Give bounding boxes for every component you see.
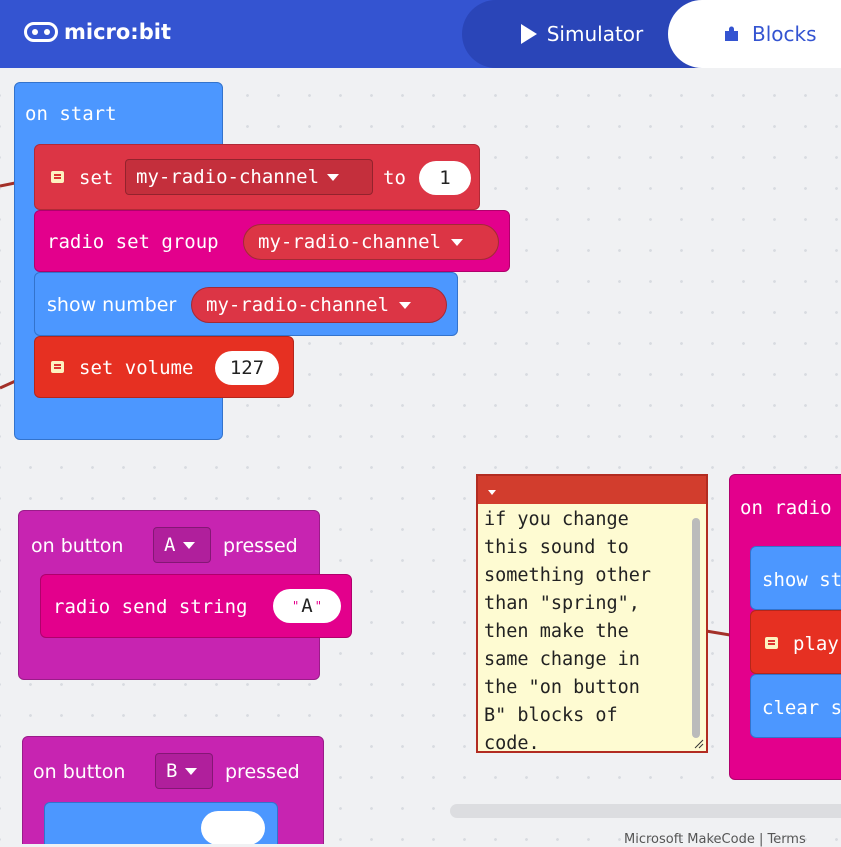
show-string-block[interactable]: show st	[750, 546, 841, 610]
on-radio-label: on radio	[740, 497, 832, 519]
show-string-label: show st	[762, 569, 841, 591]
workspace-horizontal-scrollbar[interactable]	[450, 804, 841, 818]
comment-icon[interactable]	[51, 361, 64, 373]
clear-screen-label: clear s	[762, 697, 841, 719]
top-bar: micro:bit Simulator Blocks	[0, 0, 841, 68]
button-name: A	[164, 534, 176, 556]
variable-name: my-radio-channel	[206, 294, 390, 316]
logo-text: micro:bit	[64, 20, 171, 44]
puzzle-icon	[725, 26, 738, 41]
on-button-label: on button	[31, 535, 124, 557]
send-string-value: A	[301, 595, 313, 617]
chevron-down-icon	[183, 541, 196, 549]
play-label: play	[793, 633, 839, 655]
set-label: set	[79, 167, 114, 189]
tab-simulator-label: Simulator	[546, 22, 644, 46]
button-a-dropdown[interactable]: A	[153, 527, 211, 563]
block-comment[interactable]: if you change this sound to something ot…	[476, 474, 708, 754]
comment-header[interactable]	[478, 476, 706, 504]
clear-screen-block[interactable]: clear s	[750, 674, 841, 738]
pressed-label: pressed	[223, 535, 298, 557]
comment-icon[interactable]	[765, 637, 778, 649]
collapse-caret-icon[interactable]	[488, 490, 496, 495]
set-variable-block[interactable]: set my-radio-channel to 1	[34, 144, 480, 210]
radio-group-variable-pill[interactable]: my-radio-channel	[243, 224, 499, 260]
button-b-dropdown[interactable]: B	[155, 753, 213, 789]
on-button-label: on button	[33, 761, 126, 783]
button-b-inner-block[interactable]	[44, 802, 278, 844]
variable-name: my-radio-channel	[136, 166, 320, 188]
variable-dropdown[interactable]: my-radio-channel	[125, 159, 373, 195]
tab-simulator[interactable]: Simulator	[462, 0, 702, 68]
microbit-logo[interactable]: micro:bit	[24, 20, 171, 44]
channel-value-input[interactable]: 1	[419, 161, 471, 195]
resize-handle-icon[interactable]	[694, 739, 704, 749]
blocks-workspace[interactable]: on start set my-radio-channel to 1 radio…	[0, 68, 841, 844]
radio-send-string-block[interactable]: radio send string " A "	[40, 574, 352, 638]
footer-links[interactable]: Microsoft MakeCode | Terms	[624, 832, 806, 847]
chevron-down-icon	[399, 301, 412, 309]
radio-set-group-block[interactable]: radio set group my-radio-channel	[34, 210, 510, 272]
button-name: B	[166, 760, 178, 782]
microbit-logo-icon	[24, 22, 58, 42]
show-number-variable-pill[interactable]: my-radio-channel	[191, 287, 447, 323]
set-volume-block[interactable]: set volume 127	[34, 336, 294, 398]
comment-scrollbar[interactable]	[692, 518, 700, 738]
to-label: to	[383, 167, 406, 189]
radio-set-group-label: radio set group	[47, 231, 219, 253]
chevron-down-icon	[451, 238, 464, 246]
send-string-value-input[interactable]: " A "	[273, 589, 341, 623]
chevron-down-icon	[185, 767, 198, 775]
comment-icon[interactable]	[51, 171, 64, 183]
comment-text[interactable]: if you change this sound to something ot…	[484, 506, 684, 758]
play-sound-block[interactable]: play	[750, 610, 841, 674]
chevron-down-icon	[327, 173, 340, 181]
play-icon	[520, 24, 537, 44]
inner-value-input[interactable]	[201, 811, 265, 844]
pressed-label: pressed	[225, 761, 300, 783]
tab-blocks-label: Blocks	[752, 22, 817, 46]
set-volume-label: set volume	[79, 357, 194, 379]
radio-send-string-label: radio send string	[53, 596, 248, 618]
volume-value-input[interactable]: 127	[215, 351, 279, 385]
show-number-label: show number	[47, 294, 177, 316]
tab-blocks[interactable]: Blocks	[668, 0, 841, 68]
show-number-block[interactable]: show number my-radio-channel	[34, 272, 458, 336]
on-start-label: on start	[25, 103, 117, 125]
variable-name: my-radio-channel	[258, 231, 442, 253]
